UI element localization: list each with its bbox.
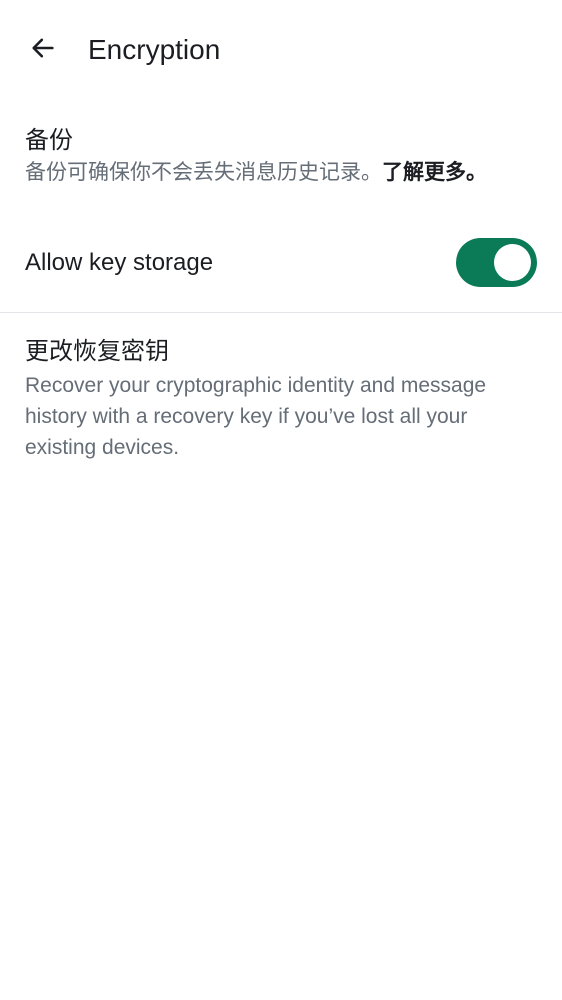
toggle-knob <box>494 244 531 281</box>
backup-description-text: 备份可确保你不会丢失消息历史记录。 <box>25 161 382 184</box>
recovery-key-description: Recover your cryptographic identity and … <box>25 374 487 459</box>
backup-section: 备份 备份可确保你不会丢失消息历史记录。了解更多。 <box>25 124 540 188</box>
page-title: Encryption <box>88 34 221 65</box>
back-button[interactable] <box>19 26 67 74</box>
backup-heading: 备份 <box>25 127 73 154</box>
recovery-key-heading: 更改恢复密钥 <box>25 338 169 365</box>
key-storage-toggle[interactable] <box>456 238 537 287</box>
section-divider <box>0 312 562 313</box>
change-recovery-key-item[interactable]: 更改恢复密钥 Recover your cryptographic identi… <box>0 334 562 463</box>
top-app-bar: Encryption <box>0 0 562 100</box>
key-storage-row[interactable]: Allow key storage <box>0 224 562 300</box>
learn-more-link[interactable]: 了解更多。 <box>382 161 487 184</box>
arrow-left-icon <box>29 34 57 67</box>
backup-description: 备份可确保你不会丢失消息历史记录。了解更多。 <box>25 158 540 188</box>
key-storage-label: Allow key storage <box>25 249 214 276</box>
